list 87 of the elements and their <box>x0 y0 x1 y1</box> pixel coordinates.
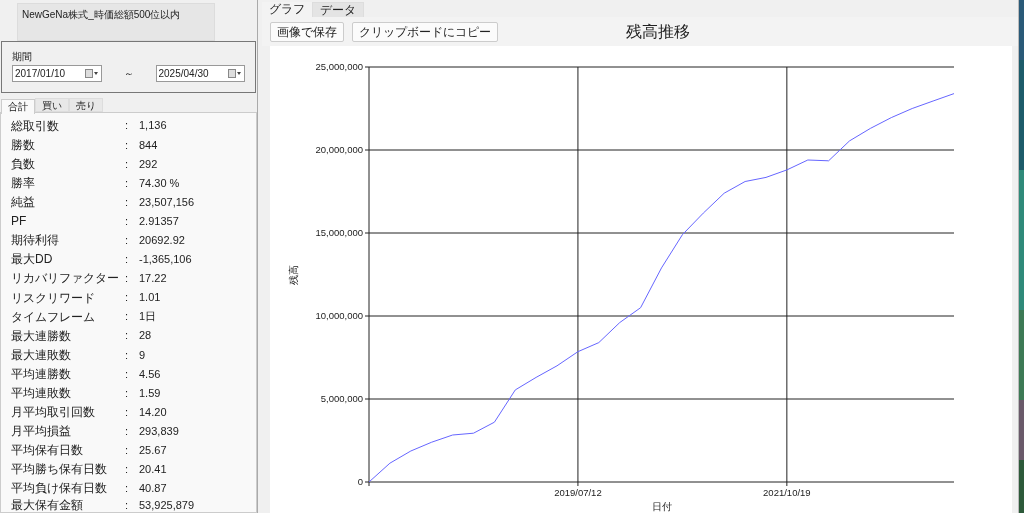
stat-colon: : <box>125 309 130 325</box>
stat-label: 平均保有日数 <box>10 442 84 460</box>
stat-label: 総取引数 <box>10 117 60 135</box>
stat-colon: : <box>125 443 130 458</box>
stat-label: 最大保有金額 <box>10 497 84 513</box>
stat-tab[interactable]: 買い <box>35 98 69 113</box>
stat-label: 最大連勝数 <box>10 327 72 345</box>
stat-value: 292 <box>139 156 158 172</box>
stat-colon: : <box>125 252 130 268</box>
stat-label: 月平均取引回数 <box>10 404 96 422</box>
stat-value: 2.91357 <box>139 213 179 229</box>
stat-label: 平均負け保有日数 <box>10 480 108 498</box>
y-tick-label: 10,000,000 <box>315 310 363 321</box>
stat-colon: : <box>125 347 130 363</box>
y-tick-label: 25,000,000 <box>315 61 363 72</box>
stat-label: タイムフレーム <box>10 308 96 326</box>
stat-colon: : <box>125 271 130 287</box>
stat-value: 17.22 <box>139 271 167 287</box>
stat-label: PF <box>10 213 28 231</box>
date-field[interactable]: 2017/01/10 <box>12 65 102 82</box>
stat-colon: : <box>125 497 130 513</box>
stat-value: 53,925,879 <box>139 497 195 513</box>
chart-title: 残高推移 <box>626 21 690 42</box>
range-separator: ～ <box>123 67 134 81</box>
stat-tab[interactable]: 売り <box>69 98 103 113</box>
stat-label: 負数 <box>10 155 36 173</box>
stat-colon: : <box>125 366 130 382</box>
x-tick-label: 2019/07/12 <box>554 487 602 498</box>
strategy-label: NewGeNa株式_時価総額500位以内 <box>17 3 215 41</box>
stat-value: 28 <box>139 328 152 344</box>
view-tab[interactable]: データ <box>312 2 364 18</box>
stat-colon: : <box>125 194 130 210</box>
x-tick-label: 2021/10/19 <box>763 487 811 498</box>
stat-colon: : <box>125 156 130 172</box>
stat-value: 4.56 <box>139 366 161 382</box>
stat-label: 平均連敗数 <box>10 385 72 402</box>
stat-label: 勝率 <box>10 174 36 192</box>
period-label: 期間 <box>12 51 32 64</box>
stat-value: 40.87 <box>139 481 167 497</box>
y-tick-label: 15,000,000 <box>315 227 363 238</box>
stat-value: 23,507,156 <box>139 194 195 210</box>
stat-label: 勝数 <box>10 136 36 154</box>
stat-colon: : <box>125 213 130 229</box>
stat-colon: : <box>125 233 130 248</box>
stat-label: 最大DD <box>10 251 54 269</box>
calendar-dropdown-icon[interactable] <box>228 69 242 78</box>
save-image-button[interactable]: 画像で保存 <box>270 21 344 42</box>
stat-value: 14.20 <box>139 404 167 420</box>
y-tick-label: 5,000,000 <box>320 393 363 404</box>
date-field[interactable]: 2025/04/30 <box>155 65 245 82</box>
stat-colon: : <box>125 118 130 134</box>
stat-colon: : <box>125 462 130 478</box>
calendar-dropdown-icon[interactable] <box>84 69 99 78</box>
stat-colon: : <box>125 385 130 401</box>
y-tick-label: 20,000,000 <box>315 144 363 155</box>
stat-colon: : <box>125 175 130 191</box>
stat-colon: : <box>125 137 130 153</box>
stat-value: 20.41 <box>139 462 167 478</box>
stat-value: 1.59 <box>139 385 161 401</box>
stat-colon: : <box>125 404 130 420</box>
stat-label: 純益 <box>10 194 36 212</box>
stat-colon: : <box>125 481 130 497</box>
stat-value: 1.01 <box>139 290 161 306</box>
stat-label: 期待利得 <box>10 232 60 250</box>
stat-colon: : <box>125 290 130 306</box>
stat-label: リスクリワード <box>10 289 96 307</box>
stat-colon: : <box>125 328 130 344</box>
y-axis-title: 残高 <box>288 264 299 285</box>
stat-tab[interactable]: 合計 <box>1 99 35 115</box>
stat-value: 1,136 <box>139 118 167 134</box>
stat-value: 1日 <box>139 309 157 325</box>
stat-label: 月平均損益 <box>10 423 72 441</box>
stat-value: 844 <box>139 137 158 153</box>
stat-value: -1,365,106 <box>139 252 192 268</box>
stat-value: 74.30 % <box>139 175 180 191</box>
stat-value: 20692.92 <box>139 233 185 248</box>
stat-label: 最大連敗数 <box>10 346 72 364</box>
stat-colon: : <box>125 423 130 439</box>
stat-label: 平均勝ち保有日数 <box>10 461 108 479</box>
stat-value: 25.67 <box>139 443 167 458</box>
stat-label: 平均連勝数 <box>10 365 72 383</box>
stat-value: 9 <box>139 347 146 363</box>
stat-label: リカバリファクター <box>10 270 120 288</box>
copy-clipboard-button[interactable]: クリップボードにコピー <box>352 21 498 42</box>
x-axis-title: 日付 <box>651 501 672 512</box>
stat-value: 293,839 <box>139 423 179 439</box>
y-tick-label: 0 <box>357 476 363 487</box>
